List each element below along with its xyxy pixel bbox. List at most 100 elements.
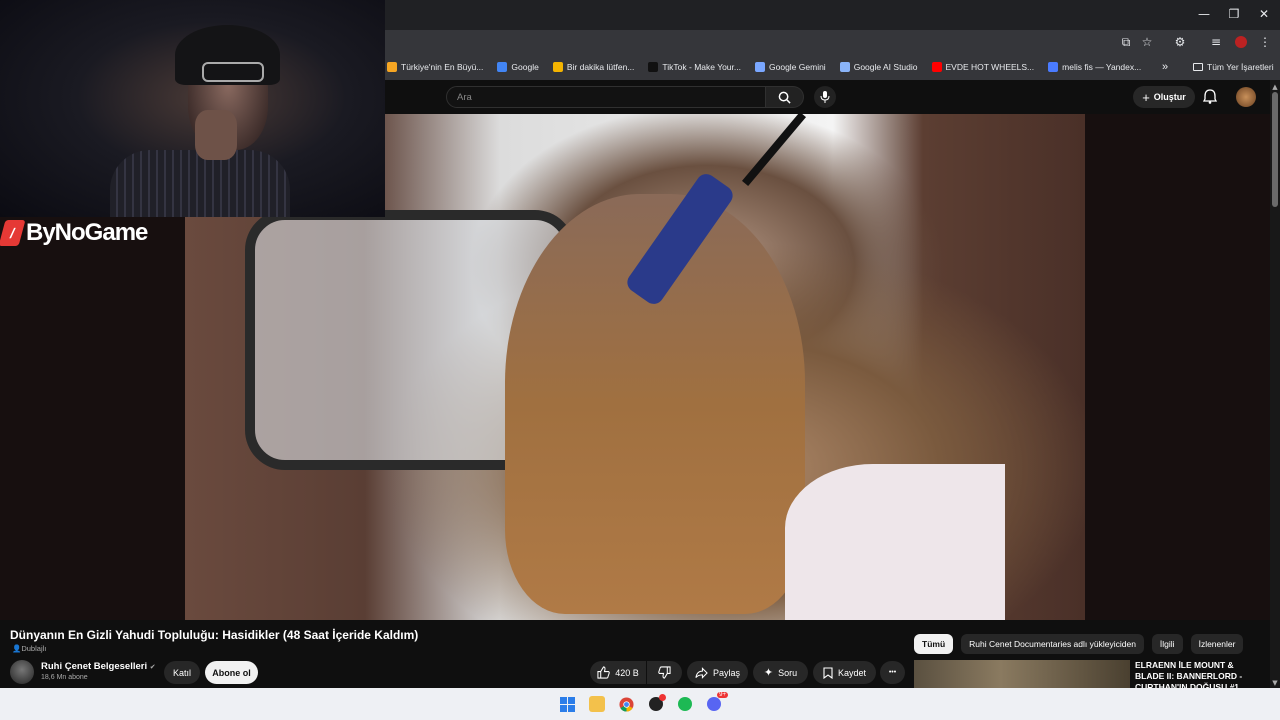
thumbs-up-icon	[597, 666, 610, 679]
share-button[interactable]: Paylaş	[687, 661, 748, 684]
media-control-icon[interactable]: ≡	[1207, 33, 1225, 51]
bookmark-label: EVDE HOT WHEELS...	[945, 62, 1035, 72]
obs-icon[interactable]	[648, 694, 666, 712]
related-video-thumbnail[interactable]	[914, 660, 1130, 688]
start-menu-icon[interactable]	[559, 696, 575, 712]
bookmarks-bar: Türkiye'nin En Büyü... Google Bir dakika l…	[385, 54, 1280, 80]
plus-icon: +	[1142, 89, 1150, 105]
webcam-shirt	[110, 150, 290, 217]
dubbed-icon: 👤	[12, 644, 22, 653]
bell-icon	[1203, 89, 1217, 104]
ask-label: Soru	[778, 667, 798, 678]
filter-chip[interactable]: Tümü	[914, 634, 954, 654]
bookmark-item[interactable]: Google	[497, 62, 539, 72]
bookmark-item[interactable]: Google AI Studio	[839, 62, 918, 72]
notifications-button[interactable]	[1203, 89, 1217, 104]
os-taskbar	[0, 688, 1280, 720]
bookmark-favicon-icon	[648, 62, 659, 72]
minimize-button[interactable]: —	[1189, 0, 1219, 28]
bookmark-label: Google Gemini	[769, 62, 826, 72]
video-scene-shoulder	[785, 464, 1005, 620]
bookmark-favicon-icon	[931, 62, 942, 72]
search-input[interactable]: Ara	[446, 86, 766, 108]
bookmark-item[interactable]: TikTok - Make Your...	[648, 62, 741, 72]
notification-dot	[659, 694, 666, 701]
bookmarks-overflow-icon[interactable]: »	[1162, 61, 1168, 73]
subscriber-count: 18,6 Mn abone	[41, 674, 88, 681]
bookmark-label: Türkiye'nin En Büyü...	[401, 62, 484, 72]
related-video-title[interactable]: ELRAENN İLE MOUNT & BLADE II: BANNERLORD…	[1135, 660, 1265, 688]
filter-chip[interactable]: İlgili	[1151, 634, 1183, 654]
account-avatar[interactable]	[1236, 87, 1256, 107]
dislike-button[interactable]	[647, 661, 682, 684]
video-scene-stick	[742, 114, 806, 187]
microphone-icon	[820, 91, 830, 103]
like-count: 420 B	[615, 667, 639, 678]
related-filter-chips: Tümü Ruhi Cenet Documentaries adlı yükley…	[914, 634, 1244, 654]
thumbs-down-icon	[658, 666, 671, 679]
scroll-up-icon[interactable]: ▲	[1270, 82, 1280, 92]
verified-icon: ✔	[149, 663, 156, 671]
bookmark-item[interactable]: Google Gemini	[755, 62, 826, 72]
webcam-glasses	[202, 62, 264, 82]
join-button[interactable]: Katıl	[164, 661, 200, 684]
close-window-button[interactable]: ✕	[1249, 0, 1279, 28]
subscribe-button[interactable]: Abone ol	[205, 661, 258, 684]
file-explorer-icon[interactable]	[589, 696, 605, 712]
search-button[interactable]	[766, 86, 804, 108]
share-icon	[695, 666, 708, 679]
sparkle-icon: ✦	[763, 666, 774, 679]
bookmark-label: Google AI Studio	[853, 62, 918, 72]
chrome-icon[interactable]	[618, 696, 634, 712]
browser-menu-icon[interactable]: ⋮	[1256, 33, 1274, 51]
discord-icon[interactable]: 9+	[706, 692, 728, 712]
webcam-hand	[195, 110, 237, 160]
create-button[interactable]: + Oluştur	[1133, 86, 1195, 108]
bookmark-item[interactable]: melis fis — Yandex...	[1048, 62, 1141, 72]
share-label: Paylaş	[712, 667, 740, 678]
bookmark-label: melis fis — Yandex...	[1062, 62, 1142, 72]
bookmark-favicon-icon	[497, 62, 508, 72]
brand-mark-icon: /	[0, 220, 26, 246]
extensions-icon[interactable]: ⚙	[1171, 33, 1189, 51]
filter-chip[interactable]: Ruhi Cenet Documentaries adlı yükleyicid…	[961, 634, 1144, 654]
all-bookmarks-folder[interactable]: Tüm Yer İşaretleri	[1193, 62, 1274, 72]
voice-search-button[interactable]	[814, 86, 836, 108]
install-app-icon[interactable]: ⧉	[1117, 33, 1135, 51]
create-label: Oluştur	[1153, 92, 1186, 102]
bookmark-favicon-icon	[1048, 62, 1059, 72]
brand-name: ByNoGame	[26, 219, 148, 246]
search-icon	[778, 91, 791, 104]
filter-chip[interactable]: İzlenenler	[1190, 634, 1244, 654]
bookmark-favicon-icon	[387, 62, 397, 72]
video-title: Dünyanın En Gizli Yahudi Topluluğu: Hasi…	[10, 628, 419, 642]
bookmark-icon	[823, 666, 833, 679]
bookmark-favicon-icon	[755, 62, 765, 72]
scroll-down-icon[interactable]: ▼	[1270, 678, 1280, 688]
bookmark-label: Google	[511, 62, 539, 72]
folder-icon	[1193, 63, 1203, 71]
channel-name[interactable]: Ruhi Çenet Belgeselleri ✔	[41, 661, 156, 672]
restore-button[interactable]: ❐	[1219, 0, 1249, 28]
bookmark-star-icon[interactable]: ☆	[1138, 33, 1156, 51]
brand-logo: / ByNoGame	[0, 218, 148, 248]
bookmark-label: TikTok - Make Your...	[662, 62, 741, 72]
discord-badge: 9+	[717, 692, 728, 698]
profile-icon[interactable]	[1232, 33, 1250, 51]
like-button[interactable]: 420 B	[590, 661, 646, 684]
bookmark-favicon-icon	[552, 62, 563, 72]
spotify-icon[interactable]	[677, 696, 693, 712]
bookmark-item[interactable]: EVDE HOT WHEELS...	[931, 62, 1035, 72]
save-label: Kaydet	[837, 667, 867, 678]
more-actions-button[interactable]: •••	[880, 661, 905, 684]
scrollbar-thumb[interactable]	[1272, 92, 1278, 207]
channel-avatar[interactable]	[10, 660, 34, 684]
bookmark-favicon-icon	[839, 62, 850, 72]
bookmark-label: Bir dakika lütfen...	[566, 62, 635, 72]
ask-button[interactable]: ✦ Soru	[753, 661, 808, 684]
save-button[interactable]: Kaydet	[813, 661, 876, 684]
bookmark-item[interactable]: Bir dakika lütfen...	[552, 62, 635, 72]
all-bookmarks-label: Tüm Yer İşaretleri	[1207, 62, 1274, 72]
dubbed-label: 👤Dublajlı	[12, 644, 47, 653]
bookmark-item[interactable]: Türkiye'nin En Büyü...	[387, 62, 483, 72]
